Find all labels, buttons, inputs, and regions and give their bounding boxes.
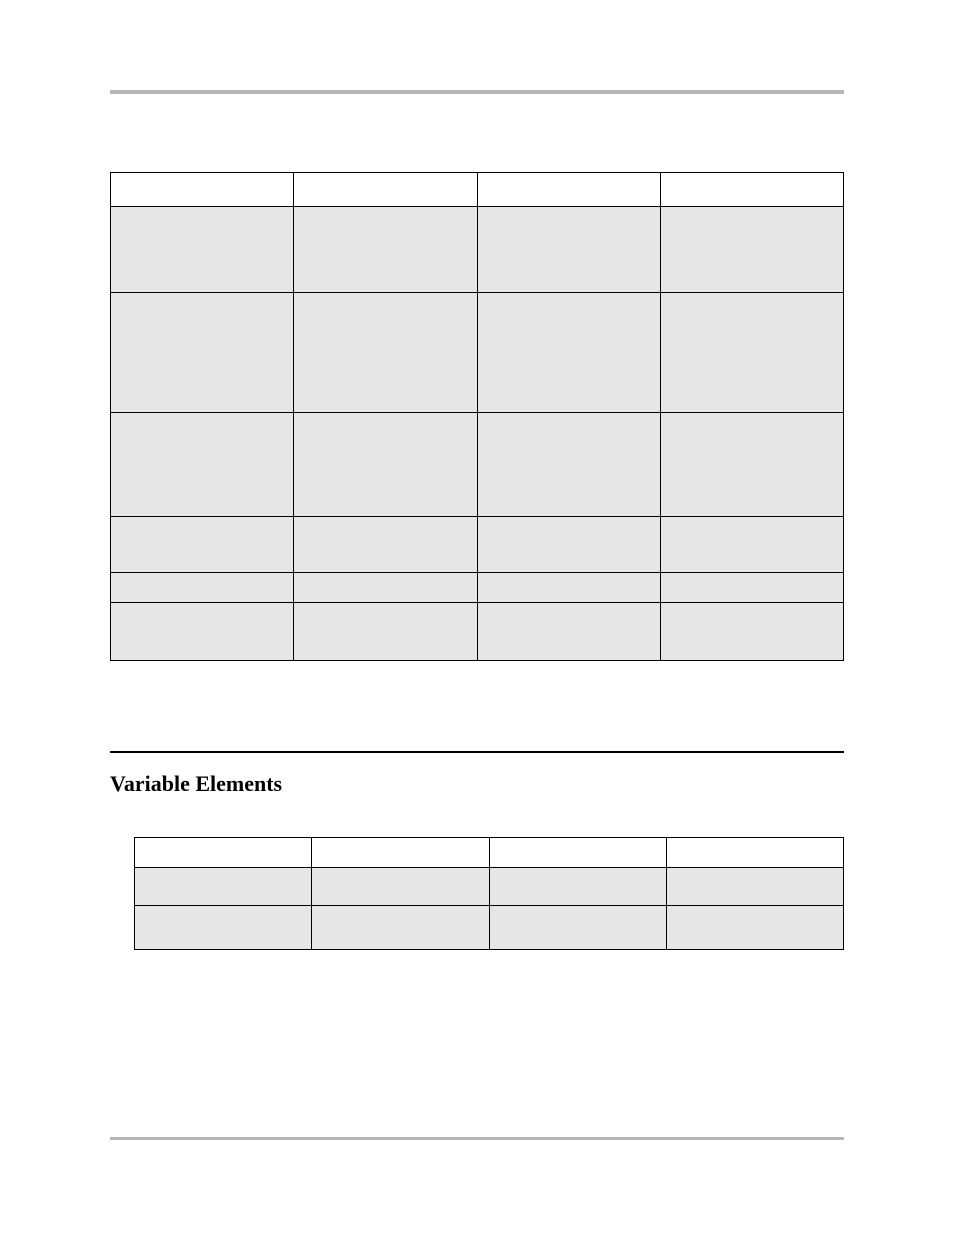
table-cell <box>111 573 294 603</box>
table-cell <box>660 603 843 661</box>
table-header-cell <box>111 173 294 207</box>
table-cell <box>477 293 660 413</box>
table-row <box>111 603 844 661</box>
table-cell <box>294 207 477 293</box>
table-row <box>111 293 844 413</box>
table-cell <box>477 207 660 293</box>
table-header-cell <box>135 838 312 868</box>
table-cell <box>135 906 312 950</box>
table-row <box>111 173 844 207</box>
table-row <box>111 207 844 293</box>
table-header-cell <box>666 838 843 868</box>
table-cell <box>111 207 294 293</box>
table-cell <box>294 293 477 413</box>
table-cell <box>111 413 294 517</box>
table-row <box>135 838 844 868</box>
table-cell <box>660 293 843 413</box>
table-cell <box>294 517 477 573</box>
table-1 <box>110 172 844 661</box>
table-cell <box>111 293 294 413</box>
table-cell <box>135 868 312 906</box>
table-cell <box>312 868 489 906</box>
table-cell <box>312 906 489 950</box>
table-2 <box>134 837 844 950</box>
table-cell <box>660 517 843 573</box>
table-cell <box>294 573 477 603</box>
table-row <box>111 573 844 603</box>
table-cell <box>477 573 660 603</box>
table-row <box>135 868 844 906</box>
table-cell <box>660 413 843 517</box>
table-row <box>135 906 844 950</box>
table-cell <box>294 413 477 517</box>
table-header-cell <box>312 838 489 868</box>
table-cell <box>666 868 843 906</box>
table-cell <box>477 603 660 661</box>
table-cell <box>111 517 294 573</box>
table-cell <box>111 603 294 661</box>
section-title: Variable Elements <box>110 771 844 797</box>
section-rule <box>110 751 844 753</box>
table-cell <box>489 906 666 950</box>
top-rule <box>110 90 844 94</box>
table-cell <box>477 517 660 573</box>
table-header-cell <box>477 173 660 207</box>
table-cell <box>666 906 843 950</box>
table-row <box>111 413 844 517</box>
table-cell <box>477 413 660 517</box>
table-cell <box>489 868 666 906</box>
table-header-cell <box>294 173 477 207</box>
table-header-cell <box>660 173 843 207</box>
footer-rule <box>110 1137 844 1140</box>
table-row <box>111 517 844 573</box>
table-cell <box>660 573 843 603</box>
table-cell <box>660 207 843 293</box>
table-header-cell <box>489 838 666 868</box>
table-cell <box>294 603 477 661</box>
